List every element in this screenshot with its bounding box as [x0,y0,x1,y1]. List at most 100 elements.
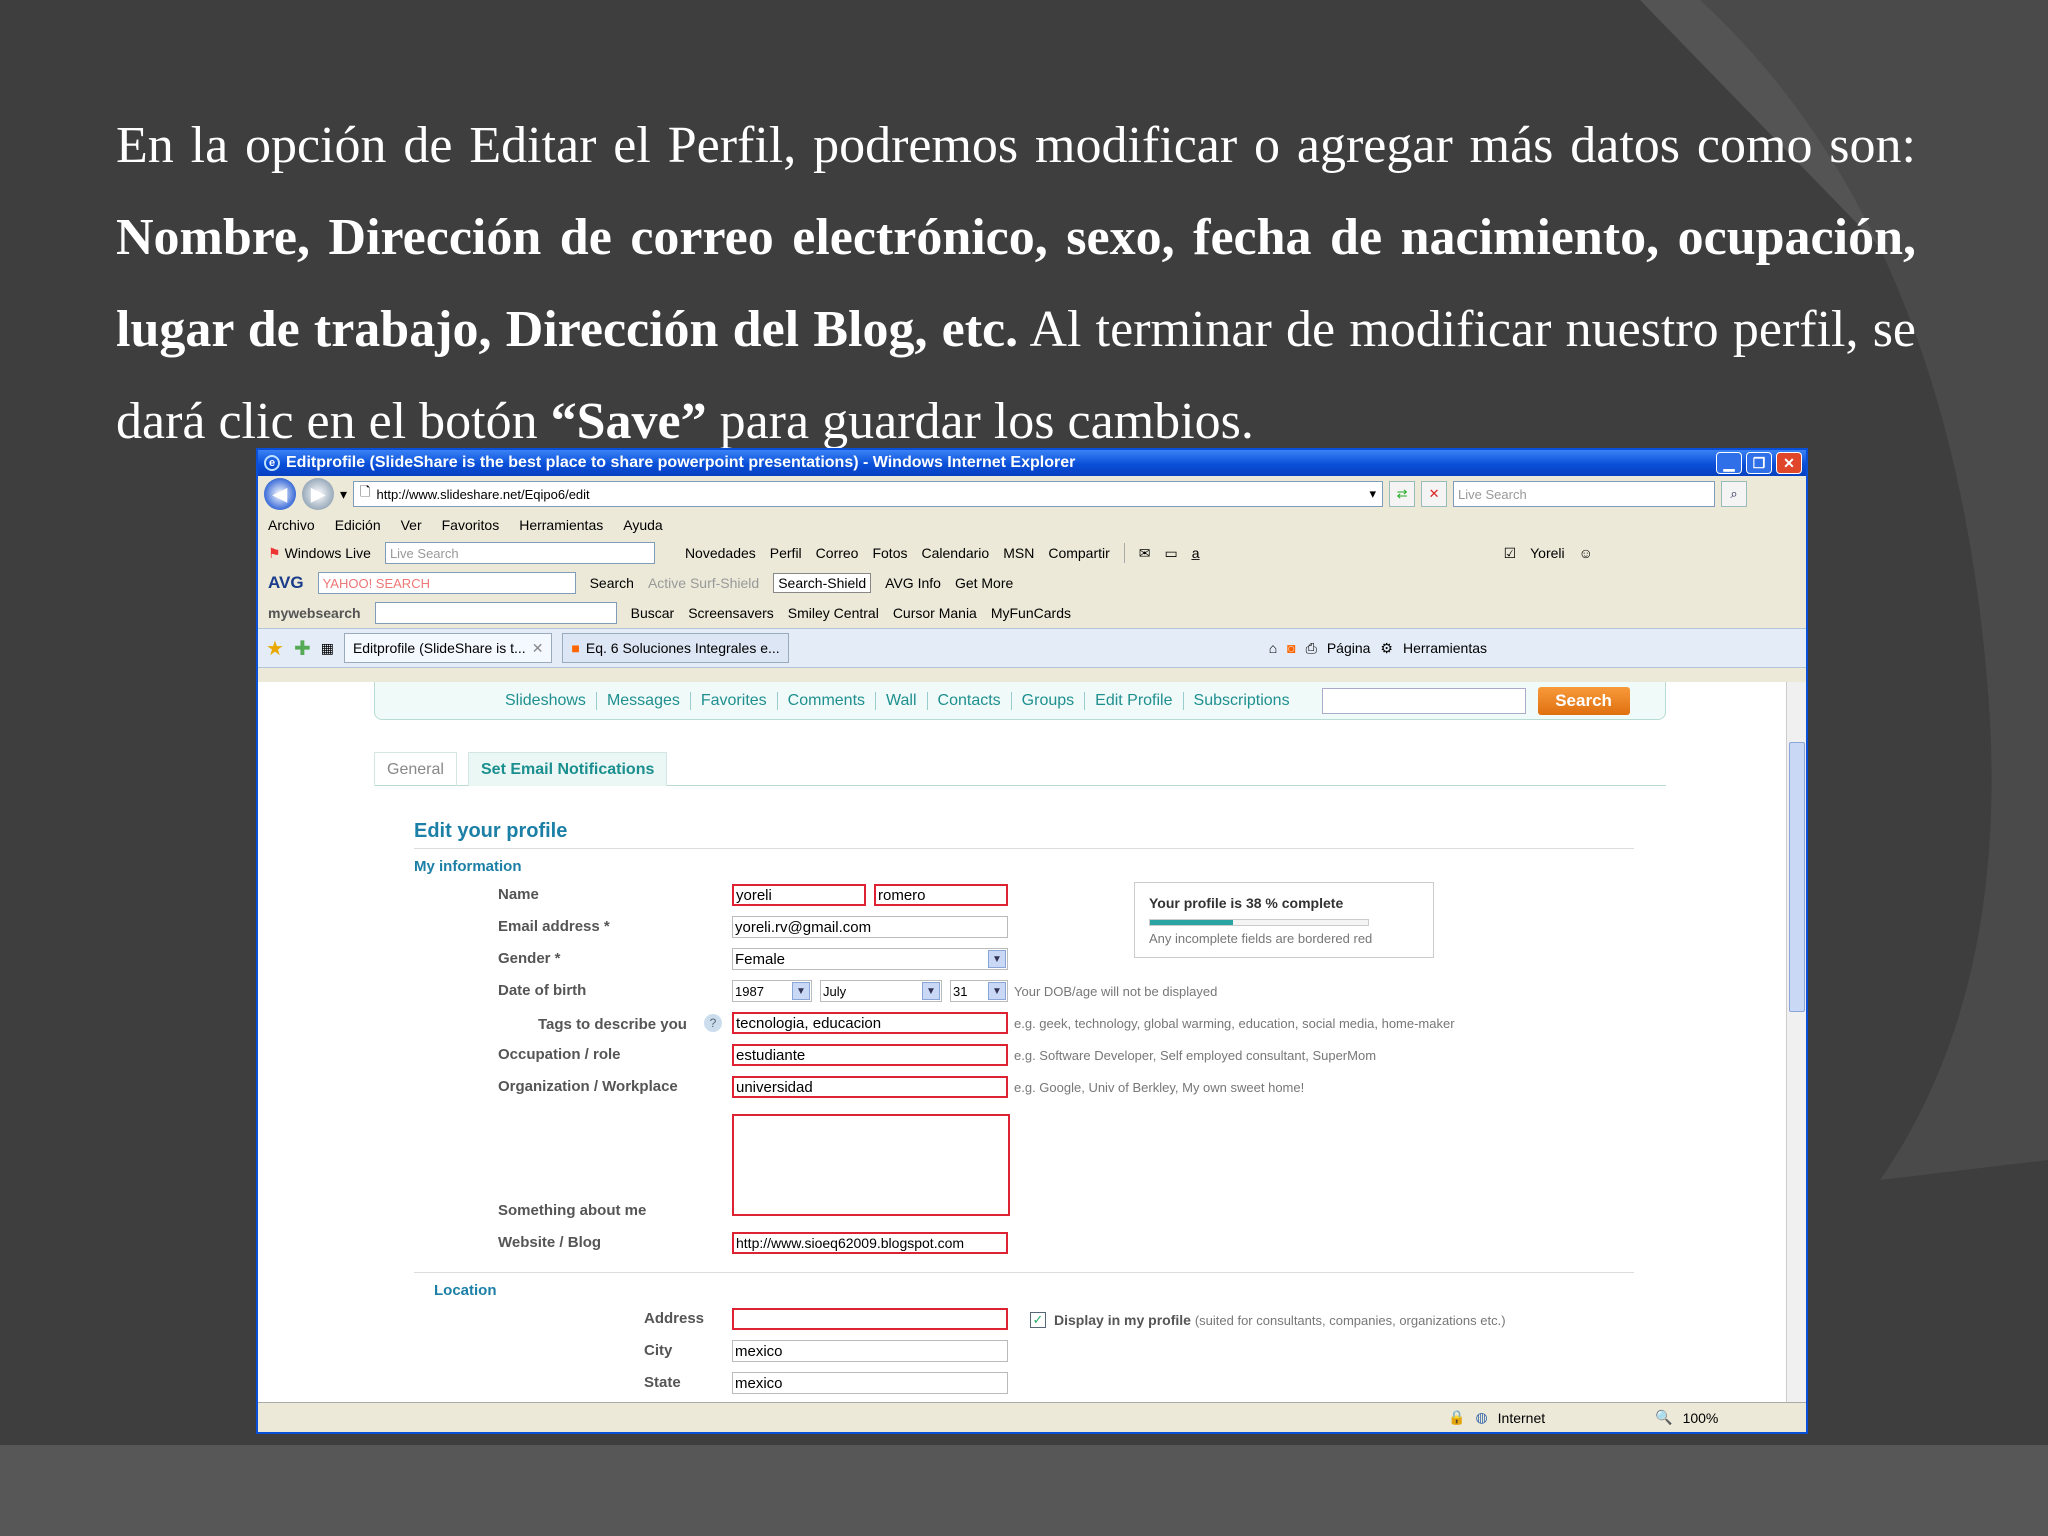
menu-archivo[interactable]: Archivo [268,517,315,533]
cursor-mania-link[interactable]: Cursor Mania [893,605,977,621]
about-me-textarea[interactable] [732,1114,1010,1216]
website-field[interactable]: http://www.sioeq62009.blogspot.com [732,1232,1008,1254]
wl-user-menu[interactable]: Yoreli [1530,545,1565,561]
restore-button[interactable]: ❐ [1746,452,1772,474]
mywebsearch-input[interactable] [374,602,617,624]
caption-text-3: para guardar los cambios. [706,393,1254,450]
tab-blog[interactable]: ■ Eq. 6 Soluciones Integrales e... [562,633,789,663]
url-dropdown-icon[interactable]: ▾ [1370,486,1383,502]
address-field[interactable] [732,1308,1008,1330]
scrollbar-thumb[interactable] [1789,742,1805,1012]
last-name-field[interactable]: romero [874,884,1008,906]
completeness-title: Your profile is 38 % complete [1149,895,1344,911]
print-icon[interactable]: ⎙ [1306,640,1317,657]
stop-button[interactable]: ✕ [1421,481,1448,507]
tab-general[interactable]: General [374,752,457,786]
wl-correo[interactable]: Correo [816,545,859,561]
menu-herramientas[interactable]: Herramientas [519,517,603,533]
tags-field[interactable]: tecnologia, educacion [732,1012,1008,1034]
caption-bold-2: “Save” [550,393,707,450]
city-field[interactable]: mexico [732,1340,1008,1362]
myfuncards-link[interactable]: MyFunCards [991,605,1071,621]
city-label: City [644,1342,673,1359]
menu-edicion[interactable]: Edición [335,517,381,533]
windows-live-toolbar: ⚑ Windows Live Live Search Novedades Per… [258,538,1806,568]
favorites-star-icon[interactable]: ★ [266,636,284,661]
close-button[interactable]: ✕ [1776,452,1802,474]
history-dropdown-icon[interactable]: ▾ [340,486,347,503]
add-favorite-icon[interactable]: ✚ [294,636,311,661]
menu-ayuda[interactable]: Ayuda [623,517,662,533]
wl-perfil[interactable]: Perfil [770,545,802,561]
caption-text-1: En la opción de Editar el Perfil, podrem… [116,117,1916,174]
window-icon[interactable]: ▭ [1165,545,1178,562]
buscar-button[interactable]: Buscar [631,605,675,621]
nav-contacts[interactable]: Contacts [928,691,1012,710]
occupation-field[interactable]: estudiante [732,1044,1008,1066]
messenger-avatar-icon[interactable]: ☺ [1579,545,1593,561]
zoom-level[interactable]: 100% [1683,1410,1719,1426]
zoom-icon[interactable]: 🔍 [1655,1409,1672,1426]
gender-select[interactable]: Female ▼ [732,948,1008,970]
avg-search-button[interactable]: Search [590,575,634,591]
search-go-button[interactable]: ⌕ [1721,481,1748,507]
dob-year-select[interactable]: 1987 ▼ [732,980,812,1002]
page-scrollbar[interactable] [1786,682,1806,1402]
refresh-button[interactable]: ⇄ [1389,481,1416,507]
slideshare-search-input[interactable] [1321,687,1526,714]
wl-calendario[interactable]: Calendario [921,545,989,561]
screensavers-link[interactable]: Screensavers [688,605,774,621]
nav-edit-profile[interactable]: Edit Profile [1085,691,1184,710]
page-icon: 🗋 [360,484,371,499]
live-search-input[interactable]: Live Search [1453,481,1716,507]
wl-fotos[interactable]: Fotos [872,545,907,561]
tab-email-notifications[interactable]: Set Email Notifications [468,752,668,786]
back-button[interactable]: ◀ [264,478,296,510]
nav-groups[interactable]: Groups [1012,691,1086,710]
dob-month-select[interactable]: July ▼ [820,980,942,1002]
translate-icon[interactable]: a̲ [1192,545,1200,561]
nav-messages[interactable]: Messages [597,691,691,710]
check-icon[interactable]: ☑ [1504,545,1517,562]
home-icon[interactable]: ⌂ [1269,640,1277,656]
tab-editprofile[interactable]: Editprofile (SlideShare is t... ✕ [343,633,553,663]
display-profile-text: Display in my profile [1054,1312,1191,1328]
nav-comments[interactable]: Comments [778,691,877,710]
nav-wall[interactable]: Wall [876,691,928,710]
quick-tabs-icon[interactable]: ▦ [321,640,334,657]
smiley-central-link[interactable]: Smiley Central [788,605,879,621]
menu-favoritos[interactable]: Favoritos [442,517,500,533]
active-surf-shield[interactable]: Active Surf-Shield [648,575,759,591]
search-shield-button[interactable]: Search-Shield [773,573,872,593]
location-divider [414,1272,1634,1273]
get-more-button[interactable]: Get More [955,575,1013,591]
close-tab-icon[interactable]: ✕ [532,640,544,657]
nav-subscriptions[interactable]: Subscriptions [1184,692,1300,710]
nav-slideshows[interactable]: Slideshows [495,691,597,710]
org-field[interactable]: universidad [732,1076,1008,1098]
minimize-button[interactable]: ▁ [1716,452,1742,474]
forward-button[interactable]: ▶ [302,478,334,510]
location-heading: Location [434,1282,497,1299]
wl-msn[interactable]: MSN [1003,545,1034,561]
url-field[interactable]: 🗋 http://www.slideshare.net/Eqipo6/edit … [353,481,1384,507]
display-profile-checkbox[interactable]: ✓ [1030,1312,1046,1328]
first-name-field[interactable]: yoreli [732,884,866,906]
wl-compartir[interactable]: Compartir [1048,545,1109,561]
dob-day-select[interactable]: 31 ▼ [950,980,1008,1002]
slideshare-search-button[interactable]: Search [1537,686,1630,715]
profile-tabs: General Set Email Notifications [374,752,1666,786]
email-field[interactable]: yoreli.rv@gmail.com [732,916,1008,938]
state-field[interactable]: mexico [732,1372,1008,1394]
tools-menu[interactable]: Herramientas [1403,640,1487,656]
feeds-icon[interactable]: ◙ [1287,640,1295,656]
nav-favorites[interactable]: Favorites [691,691,778,710]
mail-icon[interactable]: ✉ [1139,545,1151,562]
wl-novedades[interactable]: Novedades [685,545,756,561]
page-menu[interactable]: Página [1327,640,1371,656]
avg-info-button[interactable]: AVG Info [885,575,941,591]
wl-search-input[interactable]: Live Search [384,542,655,564]
yahoo-search-input[interactable]: YAHOO! SEARCH [317,572,576,594]
help-icon[interactable]: ? [704,1014,722,1032]
menu-ver[interactable]: Ver [401,517,422,533]
